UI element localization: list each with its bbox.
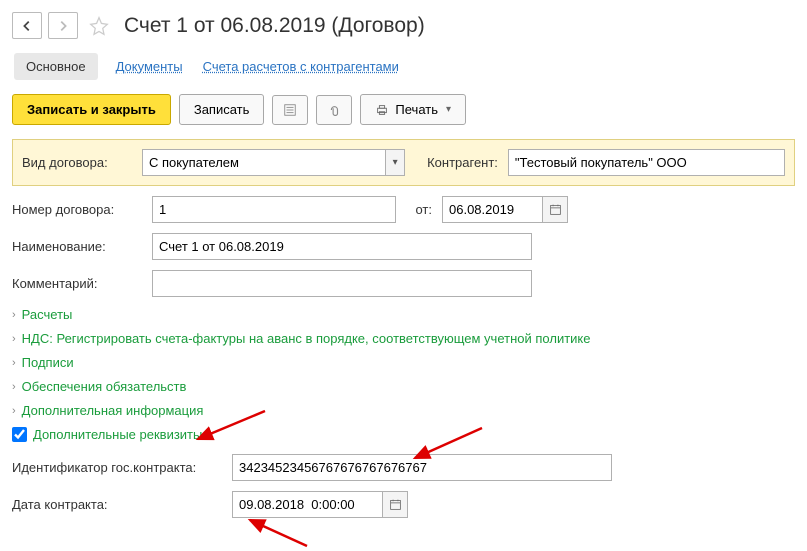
from-label: от: <box>406 202 432 217</box>
title-bar: Счет 1 от 06.08.2019 (Договор) <box>12 12 795 39</box>
from-date-input[interactable] <box>442 196 542 223</box>
expander-signatures[interactable]: › Подписи <box>12 355 795 370</box>
from-date-field[interactable] <box>442 196 568 223</box>
contract-type-row: Вид договора: ▾ Контрагент: <box>12 139 795 186</box>
extra-requisites-label: Дополнительные реквизиты <box>33 427 202 442</box>
expander-nds[interactable]: › НДС: Регистрировать счета-фактуры на а… <box>12 331 795 346</box>
page-title: Счет 1 от 06.08.2019 (Договор) <box>124 14 425 38</box>
annotation-arrow-icon <box>242 516 312 551</box>
save-close-button[interactable]: Записать и закрыть <box>12 94 171 125</box>
nav-back-button[interactable] <box>12 12 42 39</box>
name-row: Наименование: <box>12 233 795 260</box>
contract-type-label: Вид договора: <box>22 155 132 170</box>
arrow-left-icon <box>20 19 34 33</box>
contract-type-dropdown-button[interactable]: ▾ <box>385 149 405 176</box>
extra-requisites-checkbox[interactable] <box>12 427 27 442</box>
tab-main[interactable]: Основное <box>14 53 98 80</box>
contragent-label: Контрагент: <box>427 155 498 170</box>
nav-forward-button[interactable] <box>48 12 78 39</box>
comment-input[interactable] <box>152 270 532 297</box>
tab-documents[interactable]: Документы <box>114 53 185 80</box>
name-input[interactable] <box>152 233 532 260</box>
chevron-down-icon: ▾ <box>446 104 451 115</box>
contract-type-select[interactable]: ▾ <box>142 149 405 176</box>
chevron-right-icon: › <box>12 357 16 369</box>
chevron-right-icon: › <box>12 309 16 321</box>
gos-contract-id-row: Идентификатор гос.контракта: <box>12 454 795 481</box>
extra-requisites-row: Дополнительные реквизиты <box>12 427 795 442</box>
print-button-label: Печать <box>395 102 438 117</box>
contract-number-label: Номер договора: <box>12 202 142 217</box>
print-button[interactable]: Печать ▾ <box>360 94 466 125</box>
expander-label: Дополнительная информация <box>22 403 204 418</box>
chevron-right-icon: › <box>12 381 16 393</box>
calendar-icon <box>549 203 562 216</box>
printer-icon <box>375 103 389 117</box>
list-icon <box>283 103 297 117</box>
contragent-input[interactable] <box>508 149 785 176</box>
expander-extra-info[interactable]: › Дополнительная информация <box>12 403 795 418</box>
expander-label: Подписи <box>22 355 74 370</box>
gos-contract-id-label: Идентификатор гос.контракта: <box>12 460 222 475</box>
expander-label: НДС: Регистрировать счета-фактуры на ава… <box>22 331 591 346</box>
attach-button[interactable] <box>316 95 352 125</box>
expander-label: Расчеты <box>22 307 73 322</box>
tab-accounts[interactable]: Счета расчетов с контрагентами <box>201 53 401 80</box>
expander-securing[interactable]: › Обеспечения обязательств <box>12 379 795 394</box>
toolbar: Записать и закрыть Записать Печать ▾ <box>12 94 795 125</box>
contract-number-input[interactable] <box>152 196 396 223</box>
contract-type-input[interactable] <box>142 149 385 176</box>
comment-label: Комментарий: <box>12 276 142 291</box>
chevron-right-icon: › <box>12 333 16 345</box>
chevron-right-icon: › <box>12 405 16 417</box>
expander-label: Обеспечения обязательств <box>22 379 187 394</box>
paperclip-icon <box>327 103 341 117</box>
favorite-star-icon[interactable] <box>88 15 110 37</box>
name-label: Наименование: <box>12 239 142 254</box>
arrow-right-icon <box>56 19 70 33</box>
expander-calculations[interactable]: › Расчеты <box>12 307 795 322</box>
comment-row: Комментарий: <box>12 270 795 297</box>
save-button[interactable]: Записать <box>179 94 265 125</box>
list-button[interactable] <box>272 95 308 125</box>
tab-bar: Основное Документы Счета расчетов с конт… <box>12 53 795 80</box>
gos-contract-id-input[interactable] <box>232 454 612 481</box>
from-date-picker-button[interactable] <box>542 196 568 223</box>
contract-number-row: Номер договора: от: <box>12 196 795 223</box>
